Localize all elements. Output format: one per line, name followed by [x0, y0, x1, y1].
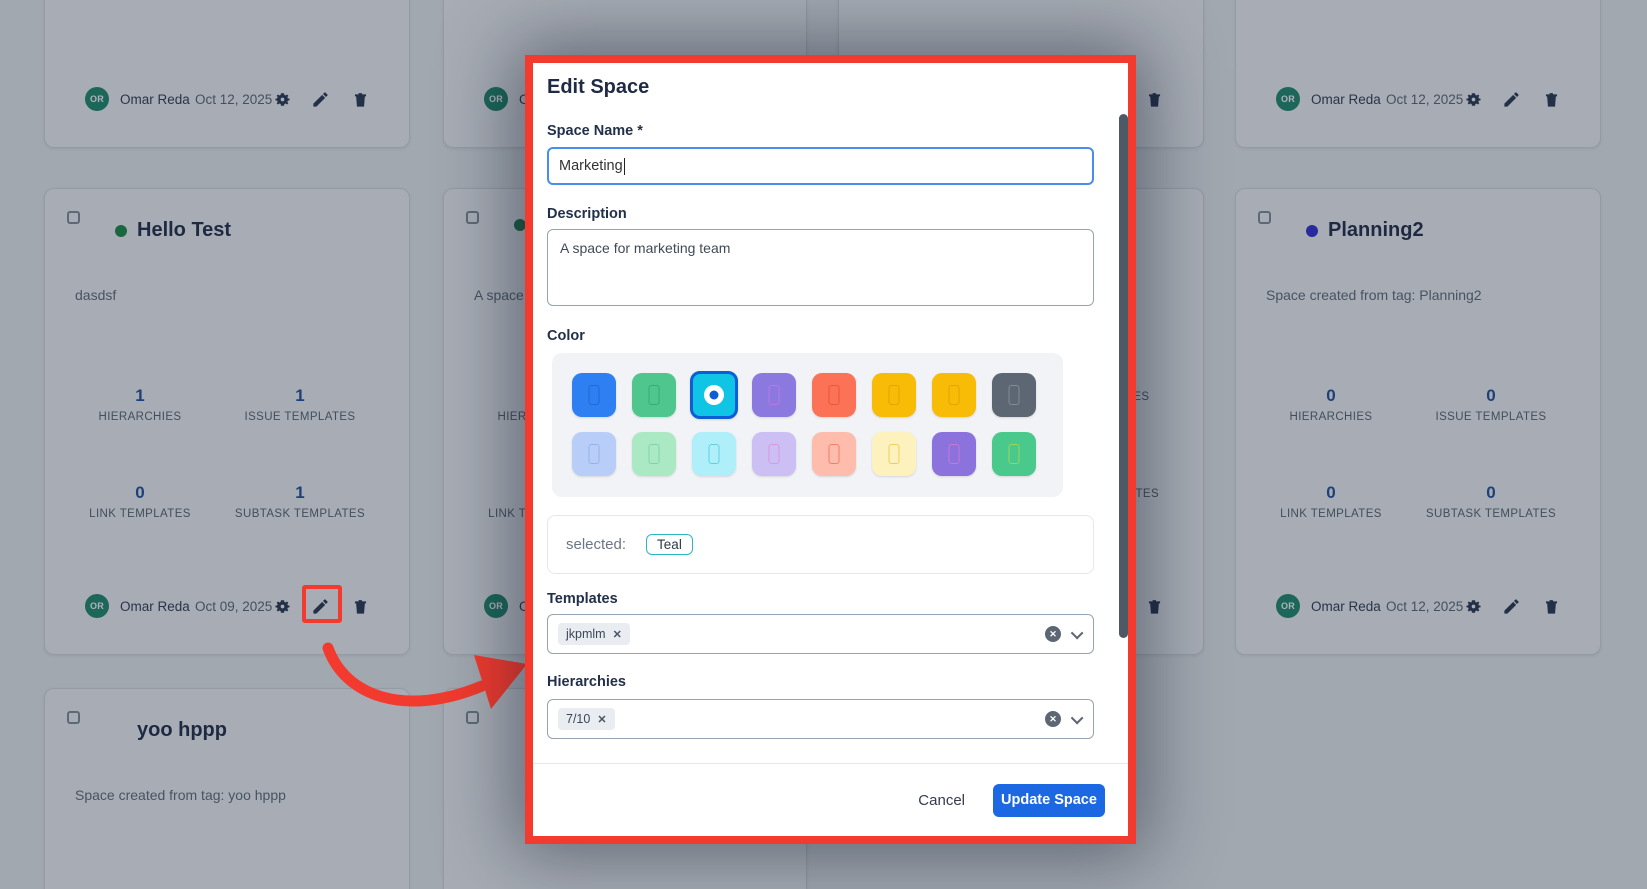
space-name-input[interactable]: Marketing: [547, 147, 1094, 185]
swatch-amber[interactable]: [872, 373, 916, 417]
remove-tag-icon[interactable]: ✕: [597, 713, 606, 726]
modal-title: Edit Space: [547, 76, 649, 99]
selected-color-panel: selected: Teal: [547, 515, 1094, 574]
missing-glyph-icon: [589, 385, 600, 405]
missing-glyph-icon: [829, 385, 840, 405]
swatch-coral[interactable]: [812, 373, 856, 417]
missing-glyph-icon: [889, 385, 900, 405]
template-tag: jkpmlm ✕: [558, 623, 630, 645]
update-space-button[interactable]: Update Space: [993, 784, 1105, 817]
clear-select-icon[interactable]: ✕: [1045, 626, 1061, 642]
swatch-teal-selected[interactable]: [690, 371, 738, 419]
missing-glyph-icon: [649, 385, 660, 405]
chevron-down-icon[interactable]: [1071, 626, 1084, 639]
swatch-violet[interactable]: [932, 432, 976, 476]
hierarchies-label: Hierarchies: [547, 674, 626, 690]
swatch-purple[interactable]: [752, 373, 796, 417]
templates-select[interactable]: jkpmlm ✕ ✕: [547, 614, 1094, 654]
missing-glyph-icon: [889, 444, 900, 464]
color-label: Color: [547, 328, 585, 344]
swatch-blue[interactable]: [572, 373, 616, 417]
missing-glyph-icon: [1009, 444, 1020, 464]
hierarchy-tag-value: 7/10: [566, 712, 590, 726]
missing-glyph-icon: [949, 444, 960, 464]
hierarchy-tag: 7/10 ✕: [558, 708, 615, 730]
modal-scrollbar-thumb[interactable]: [1119, 114, 1128, 638]
hierarchies-select[interactable]: 7/10 ✕ ✕: [547, 699, 1094, 739]
selected-label: selected:: [566, 536, 626, 553]
swatch-emerald[interactable]: [992, 432, 1036, 476]
swatch-light-cyan[interactable]: [692, 432, 736, 476]
modal-footer: Cancel Update Space: [533, 763, 1128, 836]
swatch-slate[interactable]: [992, 373, 1036, 417]
chevron-down-icon[interactable]: [1071, 711, 1084, 724]
template-tag-value: jkpmlm: [566, 627, 606, 641]
swatch-light-cream[interactable]: [872, 432, 916, 476]
palette-row-1: [572, 373, 1043, 417]
space-name-label: Space Name *: [547, 123, 643, 139]
missing-glyph-icon: [829, 444, 840, 464]
space-name-value: Marketing: [559, 158, 623, 174]
text-caret: [624, 158, 626, 175]
selected-ring-icon: [704, 385, 724, 405]
swatch-light-green[interactable]: [632, 432, 676, 476]
app-screen: LINK TEMPLATES SUBTASK TEMPLATES OR Omar…: [0, 0, 1647, 889]
annotation-pencil-highlight-box: [302, 585, 342, 623]
missing-glyph-icon: [1009, 385, 1020, 405]
templates-label: Templates: [547, 591, 618, 607]
missing-glyph-icon: [769, 385, 780, 405]
missing-glyph-icon: [649, 444, 660, 464]
annotation-modal-highlight-box: Edit Space Space Name * Marketing Descri…: [525, 55, 1136, 844]
description-textarea[interactable]: A space for marketing team: [547, 229, 1094, 306]
cancel-button[interactable]: Cancel: [918, 792, 965, 809]
description-label: Description: [547, 206, 627, 222]
swatch-light-salmon[interactable]: [812, 432, 856, 476]
swatch-amber-2[interactable]: [932, 373, 976, 417]
palette-row-2: [572, 432, 1043, 476]
remove-tag-icon[interactable]: ✕: [613, 628, 622, 641]
missing-glyph-icon: [589, 444, 600, 464]
missing-glyph-icon: [769, 444, 780, 464]
missing-glyph-icon: [949, 385, 960, 405]
color-palette: [552, 353, 1063, 497]
selected-color-chip: Teal: [646, 534, 693, 555]
edit-space-modal: Edit Space Space Name * Marketing Descri…: [533, 63, 1128, 836]
swatch-light-lavender[interactable]: [752, 432, 796, 476]
swatch-green[interactable]: [632, 373, 676, 417]
swatch-light-blue[interactable]: [572, 432, 616, 476]
clear-select-icon[interactable]: ✕: [1045, 711, 1061, 727]
missing-glyph-icon: [709, 444, 720, 464]
